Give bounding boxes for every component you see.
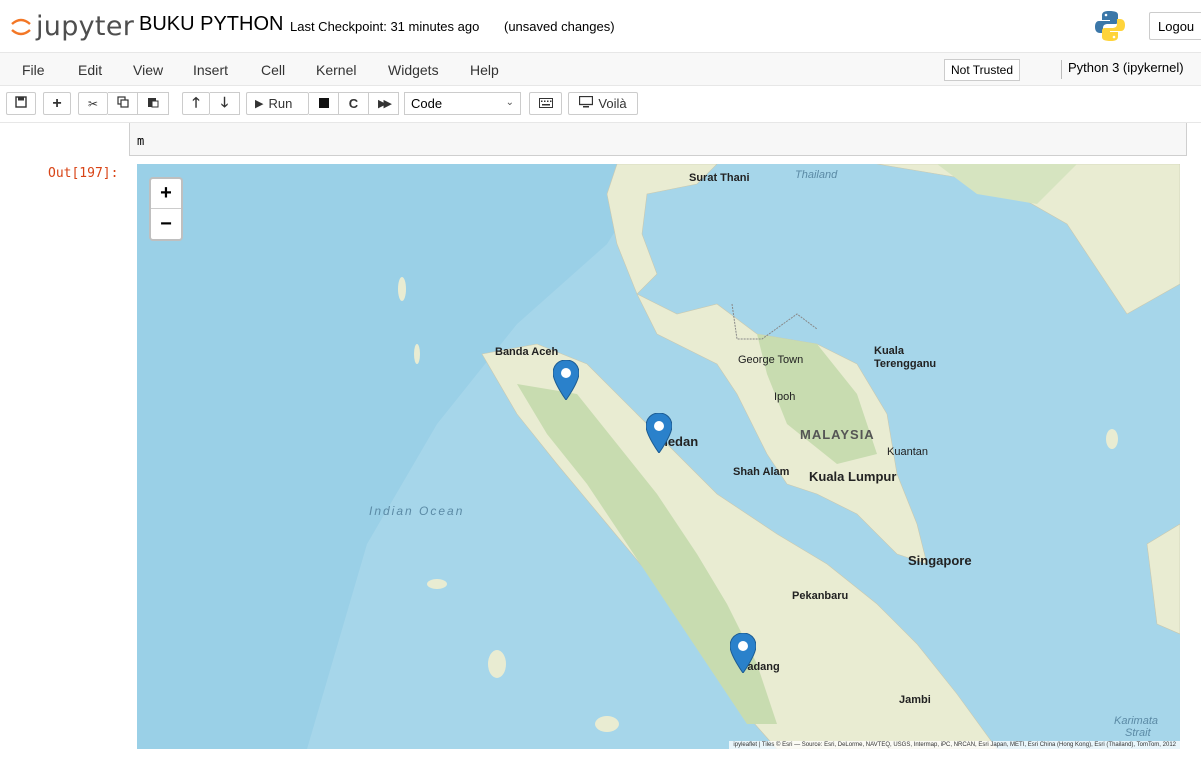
menu-help[interactable]: Help	[470, 62, 499, 78]
restart-icon: C	[348, 96, 359, 111]
place-label: Pekanbaru	[792, 590, 849, 602]
country-label: MALAYSIA	[800, 427, 875, 442]
jupyter-wordmark: jupyter	[36, 10, 135, 42]
menu-kernel[interactable]: Kernel	[316, 62, 356, 78]
place-label: Banda Aceh	[495, 346, 559, 358]
map-marker[interactable]	[645, 412, 673, 454]
voila-label: Voilà	[598, 96, 627, 111]
cell-type-select[interactable]: Code ⌄	[404, 92, 521, 115]
sea-label: Thailand	[795, 169, 838, 181]
restart-button[interactable]: C	[339, 92, 369, 115]
run-button[interactable]: ▶ Run	[246, 92, 309, 115]
save-icon	[15, 96, 27, 111]
arrow-up-icon: 🡑	[192, 93, 200, 110]
restart-run-all-button[interactable]: ▶▶	[369, 92, 399, 115]
map-marker[interactable]	[552, 359, 580, 401]
monitor-icon	[579, 95, 594, 111]
menu-widgets[interactable]: Widgets	[388, 62, 439, 78]
logout-button[interactable]: Logou	[1149, 12, 1201, 40]
menu-cell[interactable]: Cell	[261, 62, 285, 78]
save-button[interactable]	[6, 92, 36, 115]
chevron-down-icon: ⌄	[505, 97, 514, 108]
move-down-button[interactable]: 🡓	[210, 92, 240, 115]
zoom-control: + −	[149, 177, 183, 241]
fast-forward-icon: ▶▶	[378, 98, 392, 110]
notebook-toolbar: + ✂ 🡑 🡓 ▶ Run C ▶▶ Code ⌄ Voilà	[0, 87, 1201, 123]
place-label: Surat Thani	[689, 172, 750, 184]
command-palette-button[interactable]	[529, 92, 562, 115]
run-label: Run	[268, 96, 293, 111]
place-label: Shah Alam	[733, 466, 790, 478]
move-up-button[interactable]: 🡑	[182, 92, 210, 115]
zoom-out-button[interactable]: −	[151, 209, 181, 239]
menu-insert[interactable]: Insert	[193, 62, 228, 78]
checkpoint-status: Last Checkpoint: 31 minutes ago	[290, 19, 480, 34]
map-marker[interactable]	[729, 632, 757, 674]
output-prompt: Out[197]:	[48, 166, 119, 181]
python-logo-icon	[1095, 10, 1125, 47]
sea-label: Indian Ocean	[369, 504, 465, 518]
arrow-down-icon: 🡓	[220, 93, 229, 110]
autosave-status: (unsaved changes)	[504, 19, 615, 34]
menu-view[interactable]: View	[133, 62, 163, 78]
code-cell-input[interactable]: m	[129, 123, 1187, 156]
sea-label: Strait	[1125, 727, 1151, 739]
play-icon: ▶	[255, 98, 264, 110]
marker-pin-icon	[729, 632, 757, 674]
place-label: Singapore	[908, 553, 972, 568]
place-label: Ipoh	[774, 391, 796, 403]
place-label: Kuala Lumpur	[809, 469, 897, 484]
map-tiles	[137, 164, 1180, 749]
sea-label: Karimata	[1114, 715, 1159, 727]
marker-pin-icon	[552, 359, 580, 401]
paste-icon	[147, 96, 159, 111]
place-label: Kuala	[874, 345, 904, 357]
paste-button[interactable]	[138, 92, 169, 115]
jupyter-ring-icon	[10, 15, 32, 37]
voila-button[interactable]: Voilà	[568, 92, 638, 115]
zoom-in-button[interactable]: +	[151, 179, 181, 209]
trust-status-button[interactable]: Not Trusted	[944, 59, 1021, 81]
leaflet-map[interactable]: + − Surat Thani Thailand Banda Aceh Geor…	[137, 164, 1180, 749]
place-label: Kuantan	[887, 446, 928, 458]
notebook-header: jupyter BUKU PYTHON Last Checkpoint: 31 …	[0, 0, 1201, 52]
jupyter-logo[interactable]: jupyter	[10, 8, 134, 44]
scissors-icon: ✂	[87, 96, 99, 111]
plus-icon: +	[52, 94, 62, 112]
place-label: Terengganu	[874, 358, 937, 370]
stop-icon	[318, 97, 329, 111]
menubar: File Edit View Insert Cell Kernel Widget…	[0, 52, 1201, 86]
menu-file[interactable]: File	[22, 62, 45, 78]
keyboard-icon	[538, 97, 553, 111]
notebook-title[interactable]: BUKU PYTHON	[139, 13, 283, 36]
copy-icon	[116, 96, 129, 111]
map-attribution: ipyleaflet | Tiles © Esri — Source: Esri…	[729, 741, 1180, 749]
menu-edit[interactable]: Edit	[78, 62, 102, 78]
interrupt-button[interactable]	[309, 92, 339, 115]
code-text: m	[137, 134, 145, 148]
marker-pin-icon	[645, 412, 673, 454]
place-label: George Town	[738, 354, 804, 366]
place-label: Jambi	[899, 694, 931, 706]
copy-button[interactable]	[108, 92, 138, 115]
kernel-indicator[interactable]: Python 3 (ipykernel)	[1061, 60, 1184, 79]
cell-type-value: Code	[411, 96, 443, 111]
cut-button[interactable]: ✂	[78, 92, 108, 115]
insert-cell-button[interactable]: +	[43, 92, 71, 115]
